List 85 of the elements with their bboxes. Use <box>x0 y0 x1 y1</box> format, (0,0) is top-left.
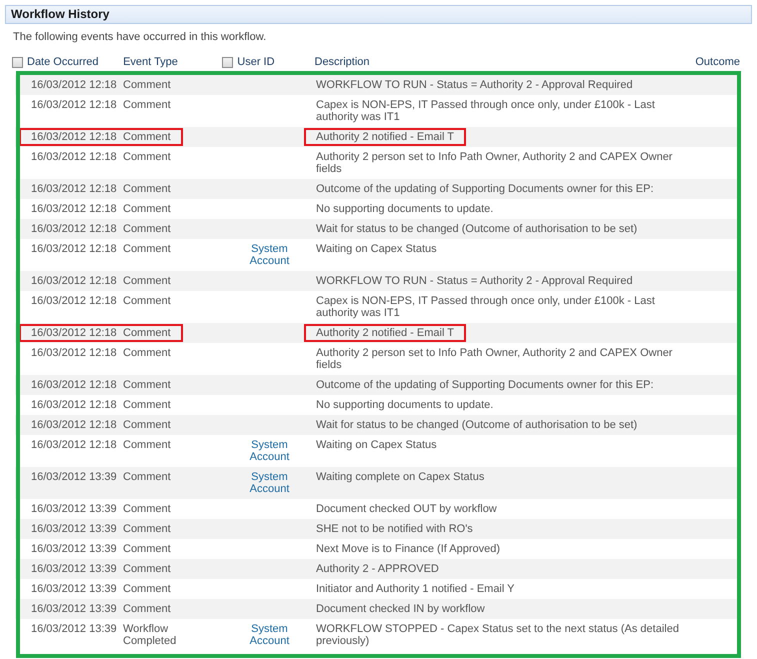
event-type-cell-text: Comment <box>123 150 172 162</box>
event-type-cell-text: Workflow Completed <box>123 622 178 646</box>
event-type-cell-text: Comment <box>123 398 172 410</box>
date-cell-text: 16/03/2012 13:39 <box>31 582 118 594</box>
column-header[interactable]: Outcome <box>695 54 740 71</box>
event-type-cell-text: Comment <box>123 242 172 254</box>
date-cell-text: 16/03/2012 13:39 <box>31 470 118 482</box>
checkbox[interactable] <box>12 57 23 68</box>
date-cell-text: 16/03/2012 13:39 <box>31 522 118 534</box>
date-cell-text: 16/03/2012 12:18 <box>31 294 118 306</box>
event-type-cell-text: Comment <box>123 222 172 234</box>
description-cell: Wait for status to be changed (Outcome of authorisation to be set) <box>316 418 638 430</box>
event-type-cell-text: Comment <box>123 78 172 90</box>
panel-title: Workflow History <box>5 5 752 24</box>
event-type-cell-text: Comment <box>123 378 172 390</box>
column-header[interactable]: Event Type <box>123 54 178 71</box>
event-type-cell-text: Comment <box>123 182 172 194</box>
description-cell: Authority 2 - APPROVED <box>316 562 439 574</box>
description-cell-text: Authority 2 person set to Info Path Owner, Authority 2 and CAPEX Owner fields <box>316 346 674 370</box>
description-cell: Authority 2 notified - Email T <box>307 130 463 142</box>
date-cell-text: 16/03/2012 12:18 <box>31 346 118 358</box>
event-type-cell-text: Comment <box>123 130 172 142</box>
event-type-cell-text: Comment <box>123 274 172 286</box>
date-cell-text: 16/03/2012 13:39 <box>31 562 118 574</box>
date-cell-text: 16/03/2012 12:18 <box>31 438 118 450</box>
description-cell: Next Move is to Finance (If Approved) <box>316 542 500 554</box>
checkbox[interactable] <box>222 57 234 68</box>
description-cell: Waiting complete on Capex Status <box>316 470 484 482</box>
date-cell-text: 16/03/2012 12:18 <box>31 78 118 90</box>
event-type-cell-text: Comment <box>123 542 172 554</box>
description-cell: Authority 2 notified - Email T <box>307 326 463 338</box>
event-type-cell-text: Comment <box>123 326 172 338</box>
date-cell-text: 16/03/2012 12:18 <box>31 98 118 110</box>
date-cell-text: 16/03/2012 12:18 <box>31 242 118 254</box>
date-cell-text: 16/03/2012 12:18 <box>31 130 118 142</box>
description-cell: WORKFLOW TO RUN - Status = Authority 2 - Approval Required <box>316 78 633 90</box>
event-type-cell-text: Comment <box>123 470 172 482</box>
date-cell-text: 16/03/2012 12:18 <box>31 326 118 338</box>
event-type-cell-text: Comment <box>123 294 172 306</box>
date-cell-text: 16/03/2012 12:18 <box>31 398 118 410</box>
intro-text: The following events have occurred in this workflow. <box>13 30 268 45</box>
event-type-cell-text: Comment <box>123 418 172 430</box>
description-cell: Document checked OUT by workflow <box>316 502 497 514</box>
user-link[interactable]: System Account <box>238 242 302 266</box>
user-link[interactable]: System Account <box>238 438 302 462</box>
date-cell-text: 16/03/2012 12:18 <box>31 418 118 430</box>
column-header[interactable]: Description <box>314 54 370 71</box>
event-type-cell-text: Comment <box>123 522 172 534</box>
event-type-cell-text: Comment <box>123 202 172 214</box>
event-type-cell-text: Comment <box>123 438 172 450</box>
description-cell: Document checked IN by workflow <box>316 602 485 614</box>
event-type-cell-text: Comment <box>123 562 172 574</box>
description-cell: Outcome of the updating of Supporting Documents owner for this EP: <box>316 182 654 194</box>
date-cell-text: 16/03/2012 12:18 <box>31 182 118 194</box>
date-cell-text: 16/03/2012 13:39 <box>31 502 118 514</box>
date-cell-text: 16/03/2012 12:18 <box>31 378 118 390</box>
description-cell: No supporting documents to update. <box>316 202 494 214</box>
description-cell: Initiator and Authority 1 notified - Email Y <box>316 582 515 594</box>
date-cell-text: 16/03/2012 13:39 <box>31 542 118 554</box>
date-cell-text: 16/03/2012 12:18 <box>31 150 118 162</box>
description-cell: Outcome of the updating of Supporting Documents owner for this EP: <box>316 378 654 390</box>
date-cell-text: 16/03/2012 12:18 <box>31 274 118 286</box>
description-cell-text: Authority 2 person set to Info Path Owner, Authority 2 and CAPEX Owner fields <box>316 150 674 174</box>
description-cell-text: Capex is NON-EPS, IT Passed through once only, under £100k - Last authority was IT1 <box>316 294 656 318</box>
date-cell-text: 16/03/2012 13:39 <box>31 602 118 614</box>
column-header[interactable]: Date Occurred <box>27 54 99 71</box>
user-link[interactable]: System Account <box>238 470 302 494</box>
date-cell-text: 16/03/2012 12:18 <box>31 202 118 214</box>
user-link[interactable]: System Account <box>238 622 302 646</box>
description-cell-text: WORKFLOW STOPPED - Capex Status set to the next status (As detailed previously) <box>316 622 680 646</box>
description-cell: Wait for status to be changed (Outcome of authorisation to be set) <box>316 222 638 234</box>
event-type-cell-text: Comment <box>123 346 172 358</box>
event-type-cell-text: Comment <box>123 502 172 514</box>
column-header[interactable]: User ID <box>237 54 275 71</box>
description-cell-text: Capex is NON-EPS, IT Passed through once only, under £100k - Last authority was IT1 <box>316 98 656 122</box>
event-type-cell-text: Comment <box>123 582 172 594</box>
description-cell: Waiting on Capex Status <box>316 242 437 254</box>
date-cell-text: 16/03/2012 12:18 <box>31 222 118 234</box>
description-cell: Waiting on Capex Status <box>316 438 437 450</box>
event-type-cell-text: Comment <box>123 602 172 614</box>
event-type-cell-text: Comment <box>123 98 172 110</box>
date-cell-text: 16/03/2012 13:39 <box>31 622 118 636</box>
description-cell: SHE not to be notified with RO's <box>316 522 473 534</box>
description-cell: WORKFLOW TO RUN - Status = Authority 2 - Approval Required <box>316 274 633 286</box>
description-cell: No supporting documents to update. <box>316 398 494 410</box>
